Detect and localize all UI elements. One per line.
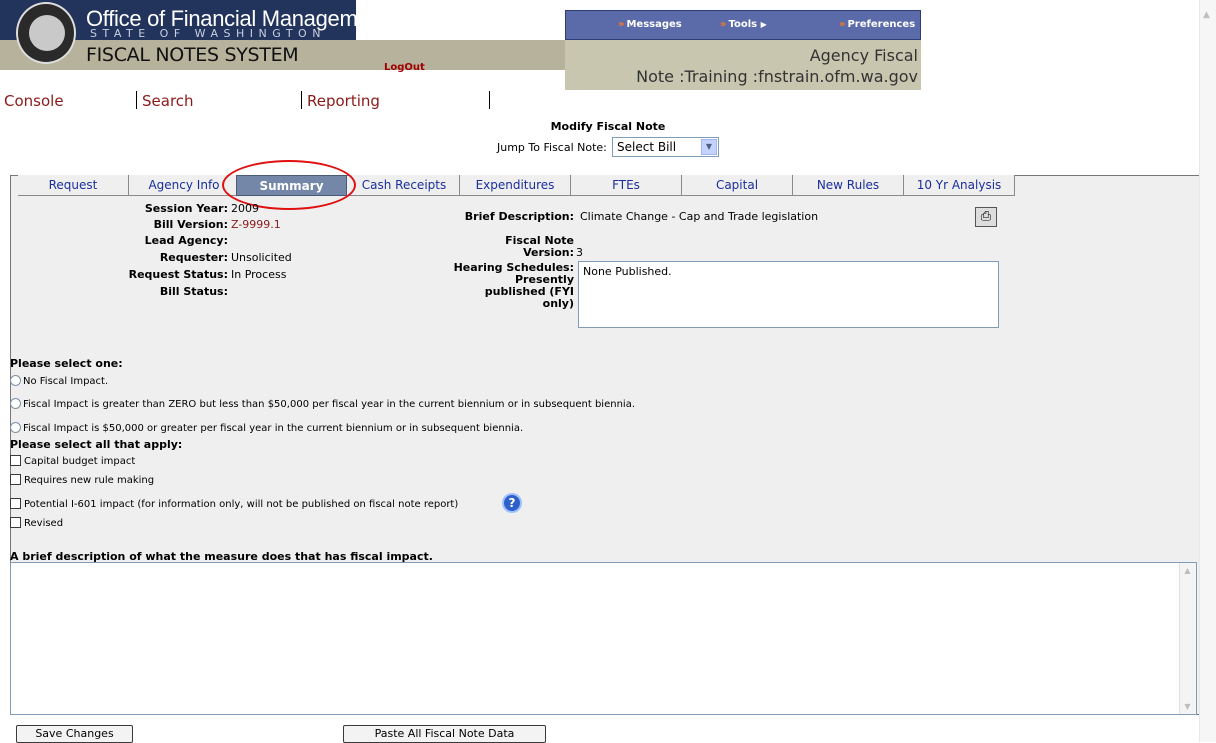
check-capital-budget[interactable]: Capital budget impact: [10, 455, 135, 468]
session-year-value: 2009: [231, 202, 259, 215]
impact-option-under-50k[interactable]: Fiscal Impact is greater than ZERO but l…: [10, 398, 635, 411]
hearing-schedules-box[interactable]: None Published.: [578, 261, 999, 328]
tab-expenditures[interactable]: Expenditures: [460, 175, 571, 196]
print-icon[interactable]: ⎙: [975, 207, 997, 227]
environment-line-1: Agency Fiscal: [809, 46, 918, 65]
nav-divider: [301, 91, 302, 109]
tab-cash-receipts[interactable]: Cash Receipts: [349, 175, 460, 196]
chevron-down-icon[interactable]: ▼: [701, 139, 717, 155]
state-seal-logo: [16, 2, 76, 64]
check-revised[interactable]: Revised: [10, 517, 63, 530]
request-status-label: Request Status:: [128, 268, 228, 281]
bill-version-label: Bill Version:: [153, 218, 228, 231]
environment-line-2: Note :Training :fnstrain.ofm.wa.gov: [636, 67, 918, 86]
requester-label: Requester:: [159, 251, 228, 264]
jump-label: Jump To Fiscal Note:: [497, 141, 607, 154]
check-i601-impact[interactable]: Potential I-601 impact (for information …: [10, 498, 458, 511]
brief-description-label: Brief Description:: [464, 210, 574, 223]
chevron-icon: »: [618, 19, 625, 30]
page-title: Modify Fiscal Note: [550, 120, 666, 133]
paste-all-data-button[interactable]: Paste All Fiscal Note Data: [343, 725, 546, 743]
tab-ftes[interactable]: FTEs: [571, 175, 682, 196]
scroll-down-icon[interactable]: ▼: [1182, 701, 1193, 712]
radio-button[interactable]: [10, 398, 21, 409]
nav-search[interactable]: Search: [142, 92, 194, 110]
checkbox[interactable]: [10, 474, 21, 485]
nav-reporting[interactable]: Reporting: [307, 92, 380, 110]
radio-button[interactable]: [10, 375, 21, 386]
logout-link[interactable]: LogOut: [384, 62, 425, 73]
save-changes-button[interactable]: Save Changes: [16, 725, 133, 743]
help-icon[interactable]: ?: [502, 493, 522, 513]
fiscal-note-version-value: 3: [576, 246, 583, 259]
check-new-rule-making[interactable]: Requires new rule making: [10, 474, 154, 487]
hearing-schedules-label-4: only): [542, 297, 574, 310]
session-year-label: Session Year:: [144, 202, 228, 215]
scroll-up-icon[interactable]: ▲: [1182, 565, 1193, 576]
brief-description-value: Climate Change - Cap and Trade legislati…: [580, 210, 819, 223]
tab-10-yr-analysis[interactable]: 10 Yr Analysis: [904, 175, 1015, 196]
request-status-value: In Process: [231, 268, 287, 281]
bill-version-value[interactable]: Z-9999.1: [231, 218, 281, 231]
menu-tools[interactable]: » Tools ▶: [720, 19, 767, 30]
nav-divider: [489, 91, 490, 109]
radio-button[interactable]: [10, 422, 21, 433]
tab-new-rules[interactable]: New Rules: [793, 175, 904, 196]
system-title: FISCAL NOTES SYSTEM: [86, 44, 299, 66]
chevron-icon: »: [720, 19, 727, 30]
select-all-heading: Please select all that apply:: [10, 438, 183, 451]
description-scrollbar[interactable]: ▲ ▼: [1179, 563, 1196, 714]
menu-messages[interactable]: » Messages: [618, 19, 682, 30]
tab-request[interactable]: Request: [18, 175, 129, 196]
nav-divider: [136, 91, 137, 109]
lead-agency-label: Lead Agency:: [144, 234, 228, 247]
scroll-up-icon[interactable]: ▲: [1203, 10, 1210, 20]
fiscal-note-version-label-2: Version:: [523, 246, 574, 259]
page-scrollbar[interactable]: [1199, 0, 1216, 742]
org-subtitle: STATE OF WASHINGTON: [90, 27, 326, 40]
tab-capital[interactable]: Capital: [682, 175, 793, 196]
requester-value: Unsolicited: [231, 251, 292, 264]
jump-to-fiscal-note-select[interactable]: Select Bill ▼: [612, 137, 719, 157]
select-one-heading: Please select one:: [10, 357, 123, 370]
bill-status-label: Bill Status:: [159, 285, 228, 298]
checkbox[interactable]: [10, 517, 21, 528]
nav-console[interactable]: Console: [4, 92, 64, 110]
impact-option-50k-or-more[interactable]: Fiscal Impact is $50,000 or greater per …: [10, 422, 523, 435]
checkbox[interactable]: [10, 455, 21, 466]
description-textarea[interactable]: ▲ ▼: [10, 562, 1197, 715]
impact-option-none[interactable]: No Fiscal Impact.: [10, 375, 108, 388]
checkbox[interactable]: [10, 498, 21, 509]
environment-box: Agency Fiscal Note :Training :fnstrain.o…: [565, 40, 921, 90]
top-menu-bar: » Messages » Tools ▶ » Preferences: [565, 10, 921, 40]
jump-select-value: Select Bill: [617, 140, 677, 154]
seal-portrait: [29, 15, 65, 51]
submenu-arrow-icon: ▶: [760, 20, 767, 29]
chevron-icon: »: [839, 19, 846, 30]
menu-preferences[interactable]: » Preferences: [839, 19, 915, 30]
